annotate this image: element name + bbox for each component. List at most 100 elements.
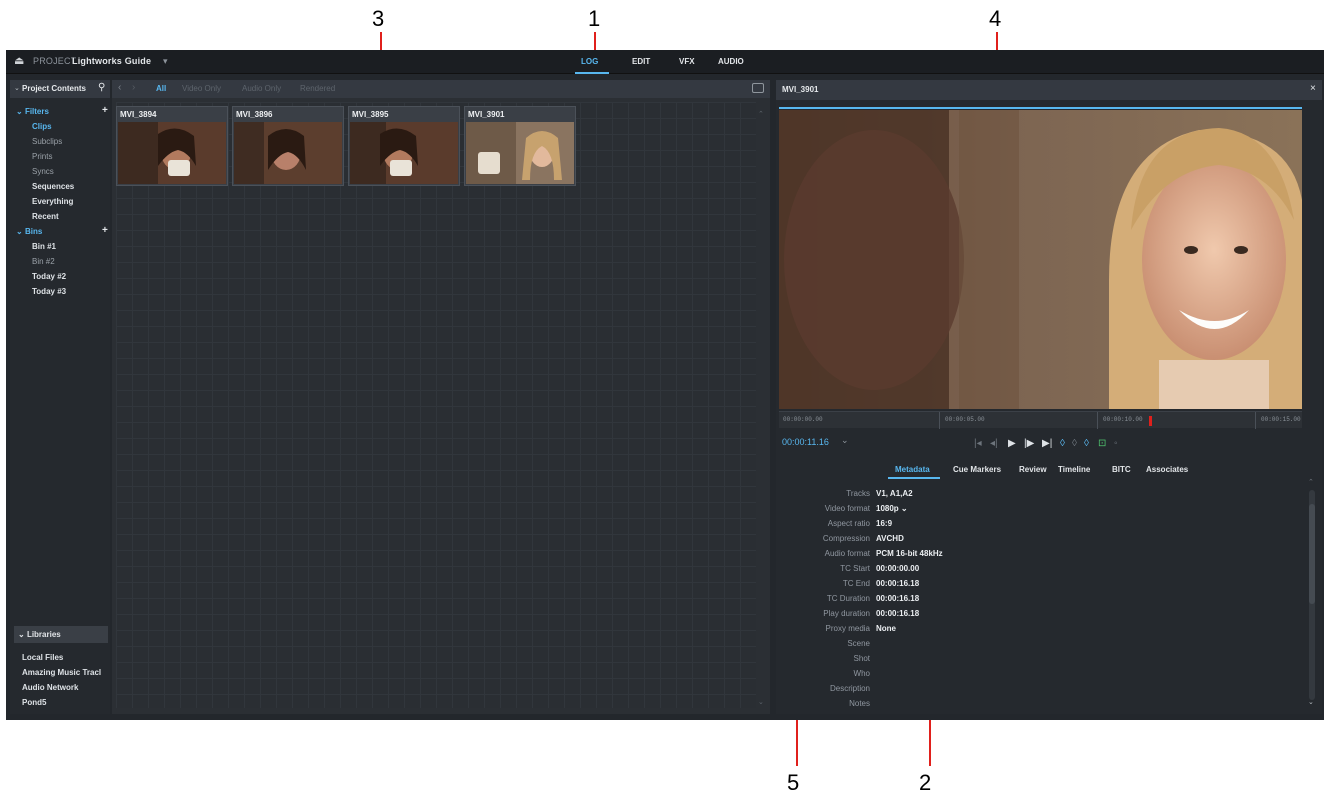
- tab-log[interactable]: LOG: [581, 57, 598, 66]
- tab-vfx[interactable]: VFX: [679, 57, 695, 66]
- sidebar-item-everything[interactable]: Everything: [32, 197, 73, 206]
- sidebar-item-today-3[interactable]: Today #3: [32, 287, 66, 296]
- metadata-value[interactable]: 16:9: [876, 519, 892, 528]
- metadata-value[interactable]: V1, A1,A2: [876, 489, 913, 498]
- exit-project-icon[interactable]: ⏏: [14, 54, 25, 67]
- timecode-dropdown-icon[interactable]: ⌄: [841, 435, 849, 446]
- clip-thumbnail: [118, 122, 226, 184]
- metadata-value[interactable]: 1080p ⌄: [876, 504, 908, 513]
- add-bin-icon[interactable]: +: [102, 225, 108, 236]
- sidebar-item-prints[interactable]: Prints: [32, 152, 52, 161]
- metadata-row: TC Duration 00:00:16.18: [776, 594, 1296, 609]
- metadata-value[interactable]: 00:00:16.18: [876, 609, 919, 618]
- collapse-chevron-icon[interactable]: ⌄: [14, 84, 20, 92]
- scroll-down-icon[interactable]: ⌄: [1308, 698, 1314, 706]
- sidebar-item-bin-1[interactable]: Bin #1: [32, 242, 56, 251]
- play-icon[interactable]: ▶: [1008, 438, 1016, 449]
- tab-edit[interactable]: EDIT: [632, 57, 650, 66]
- add-cue-icon[interactable]: ⊡: [1098, 438, 1106, 449]
- metadata-key: TC Duration: [826, 594, 870, 603]
- tab-timeline[interactable]: Timeline: [1058, 465, 1090, 474]
- metadata-row: TC End 00:00:16.18: [776, 579, 1296, 594]
- sidebar-item-bin-2[interactable]: Bin #2: [32, 257, 55, 266]
- metadata-value[interactable]: 00:00:16.18: [876, 594, 919, 603]
- metadata-row: TC Start 00:00:00.00: [776, 564, 1296, 579]
- viewer-title: MVI_3901: [782, 85, 819, 94]
- sync-icon[interactable]: ◦: [1114, 438, 1118, 449]
- tab-review[interactable]: Review: [1019, 465, 1047, 474]
- libraries-label: ⌄ Libraries: [18, 630, 61, 639]
- search-icon[interactable]: ⚲: [98, 82, 105, 93]
- project-contents-panel: ⌄ Project Contents ⚲ ⌄ Filters + Clips S…: [10, 80, 110, 714]
- scroll-up-icon[interactable]: ⌃: [1308, 478, 1314, 486]
- metadata-key: Audio format: [824, 549, 870, 558]
- forward-arrow-icon[interactable]: ›: [132, 82, 135, 93]
- step-back-icon[interactable]: ◂|: [990, 438, 998, 449]
- sidebar-item-clips[interactable]: Clips: [32, 122, 52, 131]
- clip-tile[interactable]: MVI_3896: [232, 106, 344, 186]
- metadata-row: Play duration 00:00:16.18: [776, 609, 1296, 624]
- video-frame[interactable]: [779, 110, 1302, 409]
- metadata-value[interactable]: None: [876, 624, 896, 633]
- library-local-files[interactable]: Local Files: [22, 653, 63, 662]
- metadata-scrollbar[interactable]: [1309, 490, 1315, 700]
- filter-tab-audio-only[interactable]: Audio Only: [242, 84, 281, 93]
- library-pond5[interactable]: Pond5: [22, 698, 46, 707]
- sidebar-item-subclips[interactable]: Subclips: [32, 137, 62, 146]
- sidebar-item-today-2[interactable]: Today #2: [32, 272, 66, 281]
- tab-metadata[interactable]: Metadata: [895, 465, 930, 474]
- playhead-marker[interactable]: [1149, 416, 1152, 426]
- back-arrow-icon[interactable]: ‹: [118, 82, 121, 93]
- sidebar-item-syncs[interactable]: Syncs: [32, 167, 54, 176]
- tab-bitc[interactable]: BITC: [1112, 465, 1131, 474]
- tab-associates[interactable]: Associates: [1146, 465, 1188, 474]
- view-mode-icon[interactable]: [752, 83, 764, 93]
- metadata-key: TC End: [842, 579, 870, 588]
- project-dropdown-icon[interactable]: ▾: [163, 56, 168, 67]
- timecode-display[interactable]: 00:00:11.16: [782, 437, 829, 447]
- clear-marks-icon[interactable]: ◊: [1072, 438, 1077, 449]
- tab-audio[interactable]: AUDIO: [718, 57, 744, 66]
- metadata-value[interactable]: 00:00:16.18: [876, 579, 919, 588]
- bins-header[interactable]: ⌄ Bins: [16, 227, 42, 236]
- sidebar-item-sequences[interactable]: Sequences: [32, 182, 74, 191]
- clip-tile[interactable]: MVI_3901: [464, 106, 576, 186]
- ruler-label: 00:00:15.00: [1261, 416, 1301, 423]
- metadata-value[interactable]: PCM 16-bit 48kHz: [876, 549, 943, 558]
- go-to-end-icon[interactable]: ▶|: [1042, 438, 1052, 449]
- clip-tile[interactable]: MVI_3895: [348, 106, 460, 186]
- library-audio-network[interactable]: Audio Network: [22, 683, 78, 692]
- sidebar-item-recent[interactable]: Recent: [32, 212, 59, 221]
- metadata-row: Proxy media None: [776, 624, 1296, 639]
- filters-header[interactable]: ⌄ Filters: [16, 107, 49, 116]
- browser-toolbar: ‹ › All Video Only Audio Only Rendered: [112, 80, 770, 98]
- filter-tab-rendered[interactable]: Rendered: [300, 84, 335, 93]
- scrollbar-thumb[interactable]: [1309, 504, 1315, 604]
- libraries-header[interactable]: ⌄ Libraries: [14, 626, 108, 643]
- add-filter-icon[interactable]: +: [102, 105, 108, 116]
- metadata-key: Who: [853, 669, 870, 678]
- ruler-label: 00:00:00.00: [783, 416, 823, 423]
- metadata-row: Description: [776, 684, 1296, 699]
- mark-in-icon[interactable]: ◊: [1060, 438, 1065, 449]
- go-to-start-icon[interactable]: |◂: [974, 438, 982, 449]
- clip-thumbnail: [350, 122, 458, 184]
- scroll-up-icon[interactable]: ⌃: [758, 110, 764, 118]
- mark-out-icon[interactable]: ◊: [1084, 438, 1089, 449]
- metadata-key: Compression: [822, 534, 870, 543]
- close-icon[interactable]: ×: [1310, 83, 1316, 94]
- filter-tab-video-only[interactable]: Video Only: [182, 84, 221, 93]
- step-forward-icon[interactable]: |▶: [1024, 438, 1034, 449]
- viewer-header: MVI_3901 ×: [776, 80, 1322, 100]
- project-name[interactable]: Lightworks Guide: [72, 56, 151, 66]
- timeline-ruler[interactable]: 00:00:00.00 00:00:05.00 00:00:10.00 00:0…: [779, 411, 1302, 429]
- library-amazing-music[interactable]: Amazing Music Tracl: [22, 668, 101, 677]
- metadata-value[interactable]: 00:00:00.00: [876, 564, 919, 573]
- filter-tab-all[interactable]: All: [156, 84, 166, 93]
- metadata-key: Scene: [847, 639, 870, 648]
- top-bar: ⏏ PROJECT Lightworks Guide ▾ LOG EDIT VF…: [6, 50, 1324, 74]
- tab-cue-markers[interactable]: Cue Markers: [953, 465, 1001, 474]
- metadata-value[interactable]: AVCHD: [876, 534, 904, 543]
- scroll-down-icon[interactable]: ⌄: [758, 698, 764, 706]
- clip-tile[interactable]: MVI_3894: [116, 106, 228, 186]
